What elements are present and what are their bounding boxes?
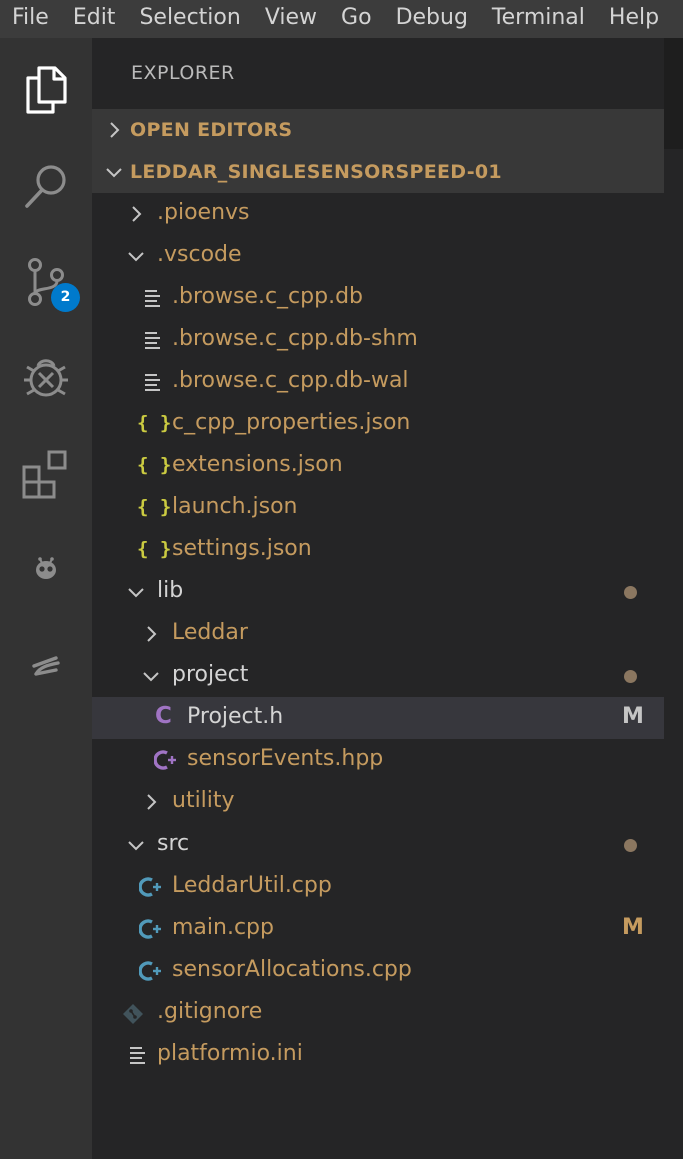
tree-folder-lib[interactable]: lib [92,571,664,613]
menu-edit[interactable]: Edit [61,0,128,38]
extensions-icon[interactable] [0,426,92,522]
open-editors-label: OPEN EDITORS [130,119,293,141]
menu-bar: File Edit Selection View Go Debug Termin… [0,0,683,38]
chevron-down-icon [143,672,159,682]
tree-file-leddar-util-cpp[interactable]: LeddarUtil.cpp [92,866,664,908]
chevron-right-icon [132,206,142,222]
settings-sync-icon[interactable] [0,618,92,714]
chevron-right-icon [110,122,120,138]
tree-file-platformio-ini[interactable]: platformio.ini [92,1034,664,1076]
tree-folder-project[interactable]: project [92,655,664,697]
tree-file-main-cpp[interactable]: main.cpp M [92,908,664,950]
tree-item-label: sensorAllocations.cpp [172,957,412,982]
tree-item-label: Project.h [187,704,284,729]
tree-file-browse-db-shm[interactable]: .browse.c_cpp.db-shm [92,319,664,361]
file-lines-icon [145,332,160,349]
menu-view[interactable]: View [253,0,329,38]
menu-debug[interactable]: Debug [384,0,480,38]
chevron-right-icon [147,626,157,642]
tree-item-label: main.cpp [172,915,274,940]
json-braces-icon: { } [137,454,172,476]
tree-file-settings-json[interactable]: { } settings.json [92,529,664,571]
platformio-alien-icon[interactable] [0,522,92,618]
tree-folder-pioenvs[interactable]: .pioenvs [92,193,664,235]
project-folder-label: LEDDAR_SINGLESENSORSPEED-01 [130,161,502,183]
tree-folder-leddar[interactable]: Leddar [92,613,664,655]
modified-dot [624,670,637,683]
tree-item-label: .pioenvs [157,200,250,225]
tree-file-browse-db-wal[interactable]: .browse.c_cpp.db-wal [92,361,664,403]
tree-file-extensions-json[interactable]: { } extensions.json [92,445,664,487]
tree-folder-vscode[interactable]: .vscode [92,235,664,277]
file-lines-icon [145,290,160,307]
json-braces-icon: { } [137,496,172,518]
tree-item-label: sensorEvents.hpp [187,746,384,771]
tree-item-label: .vscode [157,242,242,267]
tree-file-gitignore[interactable]: .gitignore [92,992,664,1034]
menu-terminal[interactable]: Terminal [480,0,597,38]
explorer-icon[interactable] [0,42,92,138]
activity-bar: 2 [0,38,92,1159]
tree-item-label: lib [157,578,184,603]
chevron-down-icon [106,168,122,178]
cpp-file-icon [139,919,161,939]
chevron-down-icon [128,252,144,262]
tree-item-label: platformio.ini [157,1041,303,1066]
explorer-title: EXPLORER [131,62,235,84]
modified-dot [624,586,637,599]
modified-dot [624,839,637,852]
c-file-icon: C [155,703,172,729]
json-braces-icon: { } [137,412,172,434]
cpp-header-icon [154,750,176,770]
git-diamond-icon [123,1004,143,1024]
tree-item-label: settings.json [172,536,312,561]
tree-item-label: LeddarUtil.cpp [172,873,332,898]
chevron-down-icon [128,588,144,598]
project-folder-header[interactable]: LEDDAR_SINGLESENSORSPEED-01 [92,151,664,193]
menu-selection[interactable]: Selection [127,0,252,38]
open-editors-header[interactable]: OPEN EDITORS [92,109,664,151]
modified-badge: M [622,704,644,729]
tree-item-label: extensions.json [172,452,343,477]
tree-file-sensor-events-hpp[interactable]: sensorEvents.hpp [92,739,664,781]
tree-folder-utility[interactable]: utility [92,781,664,823]
tree-item-label: utility [172,788,235,813]
modified-badge: M [622,915,644,940]
menu-help[interactable]: Help [597,0,671,38]
tree-file-browse-db[interactable]: .browse.c_cpp.db [92,277,664,319]
tree-item-label: .browse.c_cpp.db [172,284,364,309]
cpp-file-icon [139,961,161,981]
tree-item-label: src [157,831,190,856]
tree-file-c-cpp-properties[interactable]: { } c_cpp_properties.json [92,403,664,445]
cpp-file-icon [139,877,161,897]
menu-go[interactable]: Go [329,0,384,38]
tree-item-label: project [172,662,249,687]
tree-item-label: .browse.c_cpp.db-shm [172,326,418,351]
tree-item-label: .gitignore [157,999,263,1024]
tree-item-label: c_cpp_properties.json [172,410,411,435]
tree-file-sensor-allocations-cpp[interactable]: sensorAllocations.cpp [92,950,664,992]
tree-folder-src[interactable]: src [92,824,664,866]
json-braces-icon: { } [137,538,172,560]
menu-file[interactable]: File [0,0,61,38]
tree-file-project-h[interactable]: C Project.h M [92,697,664,739]
tree-file-launch-json[interactable]: { } launch.json [92,487,664,529]
chevron-down-icon [128,841,144,851]
tree-item-label: .browse.c_cpp.db-wal [172,368,409,393]
file-lines-icon [130,1047,145,1064]
source-control-icon[interactable]: 2 [0,234,92,330]
scrollbar-track[interactable] [664,38,683,1159]
chevron-right-icon [147,794,157,810]
search-icon[interactable] [0,138,92,234]
tree-item-label: launch.json [172,494,298,519]
scm-badge: 2 [51,283,80,312]
file-lines-icon [145,374,160,391]
tree-item-label: Leddar [172,620,248,645]
debug-icon[interactable] [0,330,92,426]
